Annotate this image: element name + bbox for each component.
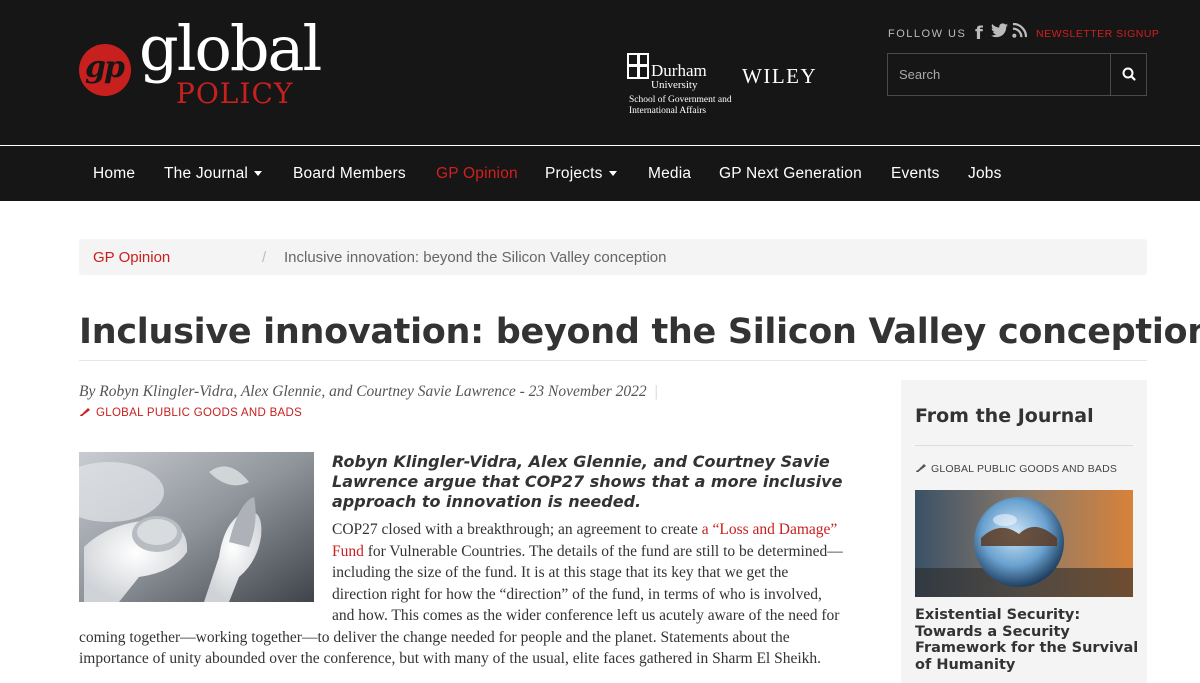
nav-projects[interactable]: Projects: [545, 165, 617, 183]
logo-mark-text: gp: [85, 50, 125, 85]
body-line-2: Fund for Vulnerable Countries. The detai…: [332, 541, 843, 563]
sidebar-article-image[interactable]: [915, 490, 1133, 597]
article-title: Inclusive innovation: beyond the Silicon…: [79, 312, 1200, 352]
search-input[interactable]: [888, 54, 1110, 95]
sidebar-heading: From the Journal: [915, 405, 1094, 427]
durham-name: Durham: [651, 61, 707, 80]
sidebar-tag[interactable]: GLOBAL PUBLIC GOODS AND BADS: [915, 463, 1117, 475]
breadcrumb-separator: /: [262, 249, 267, 266]
body-line-5: and how. This comes as the wider confere…: [332, 607, 840, 624]
article-tag[interactable]: GLOBAL PUBLIC GOODS AND BADS: [79, 407, 302, 419]
newsletter-signup-link[interactable]: NEWSLETTER SIGNUP: [1036, 28, 1159, 40]
search-box: [887, 53, 1147, 96]
byline-separator: |: [654, 383, 658, 400]
search-button[interactable]: [1110, 54, 1147, 95]
nav-the-journal-label: The Journal: [164, 165, 249, 182]
nav-jobs[interactable]: Jobs: [968, 165, 1002, 183]
byline-text: By Robyn Klingler-Vidra, Alex Glennie, a…: [79, 383, 647, 400]
nav-media[interactable]: Media: [648, 165, 691, 183]
breadcrumb-current: Inclusive innovation: beyond the Silicon…: [284, 249, 667, 266]
sidebar-tag-label: GLOBAL PUBLIC GOODS AND BADS: [931, 463, 1118, 475]
follow-us-label: FOLLOW US: [888, 28, 967, 40]
nav-events[interactable]: Events: [891, 165, 940, 183]
article-tag-label: GLOBAL PUBLIC GOODS AND BADS: [96, 407, 303, 419]
main-nav: Home The Journal Board Members GP Opinio…: [0, 146, 1200, 201]
twitter-icon[interactable]: [991, 23, 1009, 41]
body-line-3: including the size of the fund. It is at…: [332, 564, 789, 581]
nav-gp-opinion[interactable]: GP Opinion: [436, 165, 518, 183]
logo-word-policy: POLICY: [176, 77, 294, 110]
nav-the-journal[interactable]: The Journal: [164, 165, 263, 183]
durham-university-logo[interactable]: Durham University School of Government a…: [627, 53, 742, 118]
durham-dept: School of Government and International A…: [629, 95, 732, 116]
logo-word-global: global: [139, 12, 322, 85]
body-line-6: coming together—working together—to deli…: [79, 628, 790, 646]
title-divider: [79, 360, 1147, 361]
durham-sub: University: [651, 79, 698, 91]
article-byline: By Robyn Klingler-Vidra, Alex Glennie, a…: [79, 383, 658, 401]
caret-down-icon: [608, 171, 617, 177]
wiley-logo[interactable]: WILEY: [742, 64, 817, 89]
search-icon: [1122, 67, 1136, 81]
site-header: gp global POLICY Durham University Schoo…: [0, 0, 1200, 145]
fund-link[interactable]: Fund: [332, 543, 364, 560]
sidebar-article-title[interactable]: Existential Security: Towards a Security…: [915, 607, 1140, 673]
tag-icon: [80, 408, 90, 416]
article-lead: Robyn Klingler-Vidra, Alex Glennie, and …: [332, 452, 843, 511]
body-line-1: COP27 closed with a breakthrough; an agr…: [332, 519, 837, 541]
from-the-journal-panel: From the Journal GLOBAL PUBLIC GOODS AND…: [901, 380, 1147, 683]
sidebar-divider: [915, 445, 1133, 446]
nav-home[interactable]: Home: [93, 165, 135, 183]
breadcrumb: GP Opinion / Inclusive innovation: beyon…: [79, 239, 1147, 275]
tag-icon: [916, 464, 926, 472]
body-line-4: direction right for how the “direction” …: [332, 585, 822, 603]
nav-projects-label: Projects: [545, 165, 603, 182]
article-photo: [79, 452, 314, 602]
body-text: for Vulnerable Countries. The details of…: [363, 542, 843, 560]
loss-damage-link[interactable]: a “Loss and Damage”: [702, 521, 838, 538]
durham-crest-icon: [627, 53, 649, 79]
body-text: COP27 closed with a breakthrough; an agr…: [332, 521, 702, 538]
breadcrumb-gp-opinion[interactable]: GP Opinion: [93, 249, 170, 266]
caret-down-icon: [254, 171, 263, 177]
global-policy-logo[interactable]: gp global POLICY: [79, 18, 322, 122]
rss-icon[interactable]: [1012, 22, 1030, 41]
nav-board-members[interactable]: Board Members: [293, 165, 406, 183]
body-line-7: importance of unity abounded over the co…: [79, 650, 822, 667]
nav-gp-next-generation[interactable]: GP Next Generation: [719, 165, 862, 183]
